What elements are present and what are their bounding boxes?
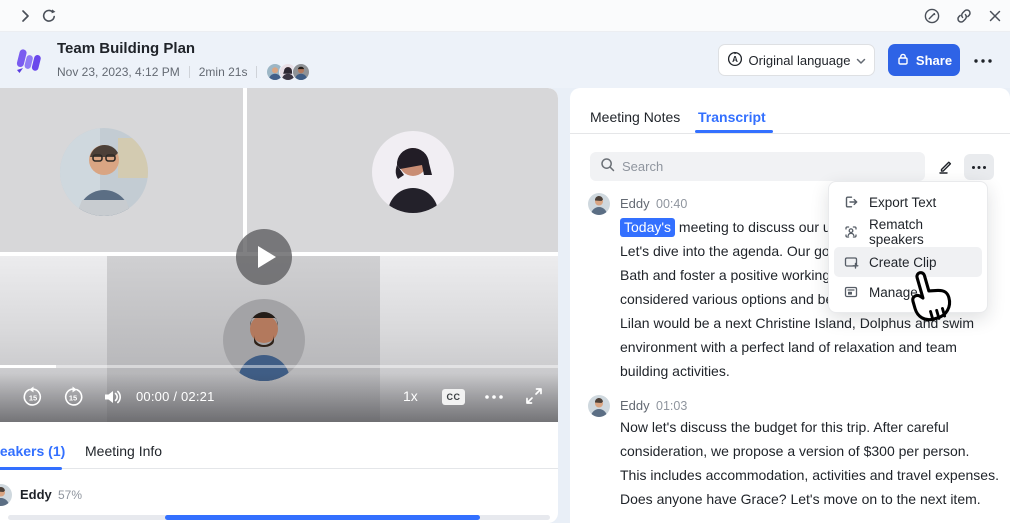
menu-item-label: Export Text bbox=[869, 195, 936, 210]
transcript-timestamp[interactable]: 01:03 bbox=[656, 399, 687, 413]
participant-2-avatar bbox=[372, 131, 454, 213]
tab-speakers[interactable]: Speakers (1) bbox=[0, 443, 65, 459]
avatar bbox=[292, 63, 310, 81]
tab-meeting-info[interactable]: Meeting Info bbox=[85, 443, 162, 459]
speaker-talk-percent: 57% bbox=[58, 488, 82, 502]
menu-item-export-text[interactable]: Export Text bbox=[834, 187, 982, 217]
fullscreen-button[interactable] bbox=[524, 386, 544, 406]
tab-meeting-notes[interactable]: Meeting Notes bbox=[590, 109, 680, 125]
transcript-speaker-name[interactable]: Eddy bbox=[620, 398, 650, 413]
translate-icon: A bbox=[727, 51, 743, 70]
play-button[interactable] bbox=[236, 229, 292, 285]
document-header: Team Building Plan Nov 23, 2023, 4:12 PM… bbox=[0, 32, 1010, 88]
transcript-lines: Now let's discuss the budget for this tr… bbox=[620, 415, 999, 439]
video-more-button[interactable] bbox=[483, 394, 505, 400]
transcript-speaker-name[interactable]: Eddy bbox=[620, 196, 650, 211]
refresh-icon[interactable] bbox=[40, 7, 58, 25]
edit-transcript-icon[interactable] bbox=[936, 157, 954, 175]
minutes-logo-icon bbox=[12, 43, 46, 77]
svg-text:15: 15 bbox=[29, 394, 37, 403]
left-tab-bar: Speakers (1) Meeting Info bbox=[0, 437, 558, 469]
time-display: 00:00 / 02:21 bbox=[136, 389, 215, 404]
recording-card: 15 15 00:00 / 02:21 1x CC Speakers (1) bbox=[0, 88, 558, 523]
divider bbox=[256, 66, 257, 78]
search-icon bbox=[600, 157, 615, 177]
lock-icon bbox=[896, 52, 910, 69]
language-select-button[interactable]: A Original language bbox=[718, 44, 875, 76]
menu-item-label: Rematch speakers bbox=[869, 217, 973, 247]
seek-bar[interactable] bbox=[0, 365, 558, 368]
participant-1-avatar bbox=[60, 128, 148, 216]
svg-text:15: 15 bbox=[69, 394, 77, 403]
svg-text:A: A bbox=[732, 55, 738, 64]
play-icon bbox=[258, 246, 276, 268]
meeting-duration: 2min 21s bbox=[199, 65, 248, 79]
speaker-avatar bbox=[588, 395, 610, 417]
meeting-date: Nov 23, 2023, 4:12 PM bbox=[57, 65, 180, 79]
transcript-more-button[interactable] bbox=[964, 154, 994, 180]
meeting-meta: Nov 23, 2023, 4:12 PM 2min 21s bbox=[57, 63, 310, 81]
speaker-timeline-segment bbox=[165, 515, 479, 520]
video-player[interactable]: 15 15 00:00 / 02:21 1x CC bbox=[0, 88, 558, 422]
transcript-timestamp[interactable]: 00:40 bbox=[656, 197, 687, 211]
forward-15-button[interactable]: 15 bbox=[62, 386, 84, 408]
share-button-label: Share bbox=[916, 53, 952, 68]
header-more-button[interactable] bbox=[970, 52, 996, 70]
video-control-bar: 15 15 00:00 / 02:21 1x CC bbox=[0, 373, 558, 422]
browser-top-bar bbox=[0, 0, 1010, 32]
volume-button[interactable] bbox=[102, 387, 122, 407]
open-in-app-icon[interactable] bbox=[923, 7, 941, 25]
menu-item-rematch-speakers[interactable]: Rematch speakers bbox=[834, 217, 982, 247]
search-input[interactable] bbox=[622, 159, 915, 174]
export-icon bbox=[843, 194, 859, 210]
language-select-label: Original language bbox=[749, 53, 851, 68]
speaker-timeline-bar[interactable] bbox=[8, 515, 550, 520]
page-title: Team Building Plan bbox=[57, 40, 195, 57]
close-icon[interactable] bbox=[986, 7, 1004, 25]
participant-avatars[interactable] bbox=[266, 63, 310, 81]
rewind-15-button[interactable]: 15 bbox=[22, 386, 44, 408]
cc-icon: CC bbox=[442, 389, 465, 405]
forward-icon[interactable] bbox=[16, 7, 34, 25]
tab-divider bbox=[570, 133, 1010, 134]
captions-button[interactable]: CC bbox=[442, 389, 465, 405]
manage-clips-icon bbox=[843, 284, 859, 300]
tab-transcript[interactable]: Transcript bbox=[698, 109, 766, 125]
participant-3-avatar bbox=[223, 299, 305, 381]
seek-bar-played bbox=[0, 365, 56, 368]
speaker-avatar bbox=[0, 484, 12, 506]
speaker-avatar bbox=[588, 193, 610, 215]
create-clip-icon bbox=[843, 254, 859, 270]
chevron-down-icon bbox=[856, 53, 866, 68]
active-tab-indicator bbox=[0, 467, 62, 470]
playback-highlight-word[interactable]: Today's bbox=[620, 218, 675, 237]
hand-cursor-icon bbox=[896, 266, 958, 328]
copy-link-icon[interactable] bbox=[955, 7, 973, 25]
speaker-name[interactable]: Eddy bbox=[20, 487, 52, 502]
divider bbox=[189, 66, 190, 78]
playback-speed-button[interactable]: 1x bbox=[403, 388, 418, 404]
share-button[interactable]: Share bbox=[888, 44, 960, 76]
transcript-text[interactable]: Now let's discuss the budget for this tr… bbox=[620, 415, 999, 439]
rematch-speakers-icon bbox=[843, 224, 859, 240]
search-bar[interactable] bbox=[590, 152, 925, 181]
tab-divider bbox=[0, 468, 558, 469]
